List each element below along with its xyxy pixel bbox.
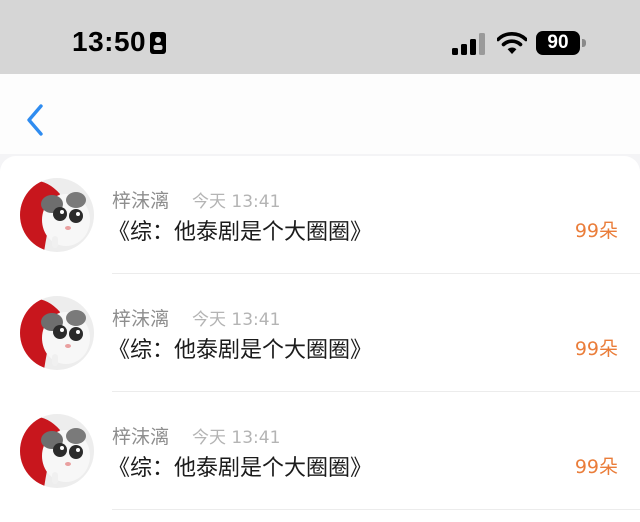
- nav-bar: [0, 74, 640, 154]
- id-card-icon: [150, 32, 166, 54]
- status-bar: 13:50 90: [0, 0, 640, 74]
- avatar[interactable]: [20, 178, 94, 252]
- signal-icon: [452, 33, 485, 55]
- username: 梓沫漓: [112, 426, 170, 448]
- book-title[interactable]: 《综：他泰剧是个大圈圈》: [108, 332, 372, 364]
- avatar[interactable]: [20, 296, 94, 370]
- status-time: 13:50: [72, 26, 147, 57]
- record-list: 梓沫漓 今天 13:41 《综：他泰剧是个大圈圈》 99朵 梓沫漓 今天 13:…: [0, 156, 640, 522]
- timestamp: 今天 13:41: [192, 428, 281, 448]
- flower-count: 99朵: [574, 220, 618, 242]
- list-item[interactable]: 梓沫漓 今天 13:41 《综：他泰剧是个大圈圈》 99朵: [0, 274, 640, 392]
- list-item[interactable]: 梓沫漓 今天 13:41 《综：他泰剧是个大圈圈》 99朵: [0, 392, 640, 510]
- battery-level: 90: [536, 31, 580, 55]
- avatar[interactable]: [20, 414, 94, 488]
- username: 梓沫漓: [112, 308, 170, 330]
- username: 梓沫漓: [112, 190, 170, 212]
- wifi-icon: [497, 32, 527, 54]
- row-divider: [112, 509, 640, 510]
- chevron-left-icon[interactable]: [22, 102, 48, 138]
- battery-tip: [582, 39, 586, 47]
- book-title[interactable]: 《综：他泰剧是个大圈圈》: [108, 214, 372, 246]
- timestamp: 今天 13:41: [192, 310, 281, 330]
- timestamp: 今天 13:41: [192, 192, 281, 212]
- flower-count: 99朵: [574, 338, 618, 360]
- list-item[interactable]: 梓沫漓 今天 13:41 《综：他泰剧是个大圈圈》 99朵: [0, 156, 640, 274]
- battery-icon: 90: [536, 31, 588, 55]
- book-title[interactable]: 《综：他泰剧是个大圈圈》: [108, 450, 372, 482]
- flower-count: 99朵: [574, 456, 618, 478]
